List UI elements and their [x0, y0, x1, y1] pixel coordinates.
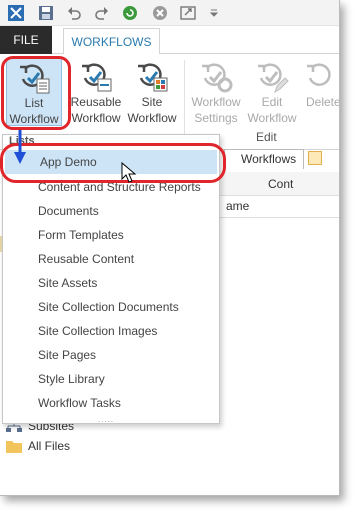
undo-icon[interactable]: [64, 3, 84, 23]
workflow-settings-button[interactable]: Workflow Settings: [188, 58, 244, 126]
folder-icon: [308, 151, 322, 165]
reusable-workflow-label-1: Reusable: [70, 95, 122, 109]
reusable-workflow-button[interactable]: Reusable Workflow: [66, 58, 126, 126]
reusable-workflow-icon: [79, 60, 113, 94]
address-bar[interactable]: Cont: [206, 172, 339, 196]
menu-item-site-collection-documents[interactable]: Site Collection Documents: [3, 295, 219, 319]
app-window: FILE WORKFLOWS List Workflow ▼ Reusable …: [0, 0, 340, 496]
edit-workflow-button[interactable]: Edit Workflow: [244, 58, 300, 126]
mouse-cursor-icon: [121, 162, 137, 183]
quick-access-toolbar: [0, 0, 339, 26]
column-header-label: ame: [226, 199, 250, 213]
tab-file[interactable]: FILE: [0, 26, 52, 54]
edit-workflow-label-1: Edit: [261, 95, 283, 109]
workflows-tab-label: Workflows: [241, 152, 297, 166]
browser-icon[interactable]: [178, 3, 198, 23]
folder-icon: [6, 441, 22, 453]
group-separator: [184, 60, 185, 140]
menu-item-workflow-tasks[interactable]: Workflow Tasks: [3, 391, 219, 415]
site-workflow-button[interactable]: Site Workflow: [124, 58, 180, 126]
delete-workflow-icon: [304, 60, 338, 94]
edit-workflow-label-2: Workflow: [247, 111, 297, 125]
menu-item-documents[interactable]: Documents: [3, 199, 219, 223]
annotation-highlight-button: [1, 56, 71, 130]
edit-group-label: Edit: [256, 130, 277, 144]
tab-workflows[interactable]: WORKFLOWS: [63, 28, 160, 55]
site-workflow-label-2: Workflow: [127, 111, 177, 125]
workflow-settings-label-2: Settings: [194, 111, 238, 125]
menu-item-site-pages[interactable]: Site Pages: [3, 343, 219, 367]
menu-resize-grip[interactable]: .....: [98, 415, 114, 424]
menu-item-form-templates[interactable]: Form Templates: [3, 223, 219, 247]
stop-icon[interactable]: [150, 3, 170, 23]
reusable-workflow-label-2: Workflow: [71, 111, 121, 125]
save-icon[interactable]: [36, 3, 56, 23]
customize-toolbar-icon[interactable]: [204, 3, 224, 23]
menu-item-reusable-content[interactable]: Reusable Content: [3, 247, 219, 271]
site-workflow-icon: [135, 60, 169, 94]
menu-item-style-library[interactable]: Style Library: [3, 367, 219, 391]
menu-item-site-collection-images[interactable]: Site Collection Images: [3, 319, 219, 343]
workflow-settings-icon: [199, 60, 233, 94]
tab-workflows-doc[interactable]: Workflows: [224, 149, 304, 169]
redo-icon[interactable]: [92, 3, 112, 23]
delete-workflow-button[interactable]: Delete: [300, 58, 340, 126]
document-tabs: Workflows: [206, 147, 339, 171]
column-header-name[interactable]: ame: [206, 196, 339, 218]
workflow-settings-label-1: Workflow: [191, 95, 241, 109]
app-logo-icon[interactable]: [6, 3, 26, 23]
edit-workflow-icon: [255, 60, 289, 94]
annotation-highlight-item: [0, 143, 226, 183]
refresh-icon[interactable]: [120, 3, 140, 23]
ribbon-tabs: FILE WORKFLOWS: [0, 26, 339, 55]
address-text: Cont: [268, 177, 294, 191]
all-files-label: All Files: [28, 439, 71, 453]
menu-item-site-assets[interactable]: Site Assets: [3, 271, 219, 295]
delete-label: Delete: [306, 95, 340, 109]
site-workflow-label-1: Site: [141, 95, 163, 109]
nav-item-all-files[interactable]: All Files: [6, 437, 70, 455]
annotation-arrow-icon: [14, 130, 26, 164]
